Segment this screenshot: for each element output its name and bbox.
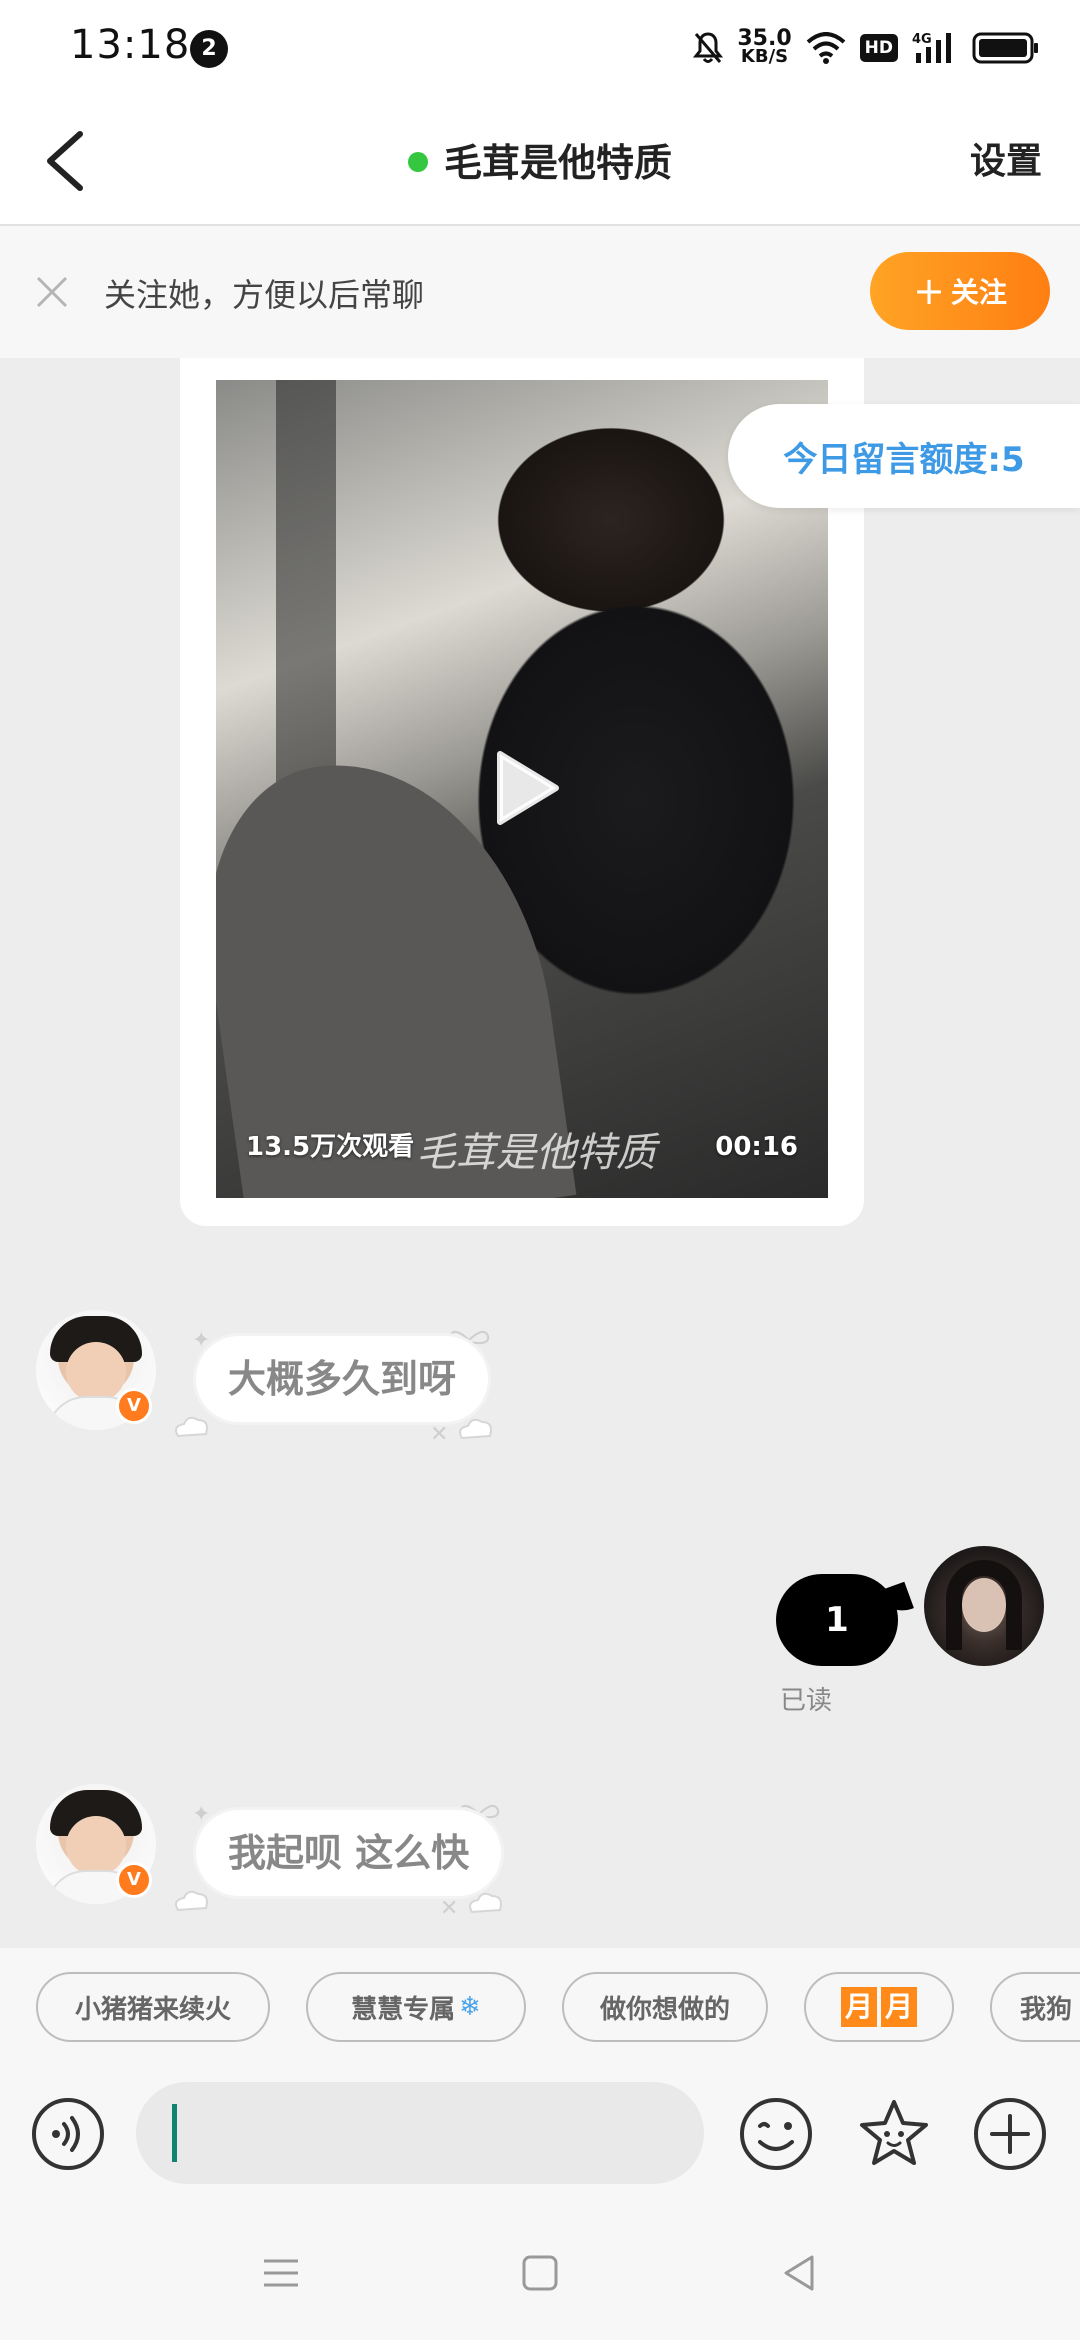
my-avatar[interactable]	[924, 1546, 1044, 1666]
snowflake-icon: ❄	[459, 1992, 481, 2022]
message-bubble-received[interactable]: 大概多久到呀	[196, 1336, 489, 1422]
follow-prompt-text: 关注她，方便以后常聊	[104, 276, 425, 314]
quick-reply-chip[interactable]: 小猪猪来续火	[36, 1972, 270, 2042]
battery-icon	[972, 32, 1038, 64]
follow-button[interactable]: + 关注	[870, 252, 1050, 330]
quick-reply-chip[interactable]: 月月	[804, 1972, 954, 2042]
follow-prompt-bar: 关注她，方便以后常聊 + 关注	[0, 226, 1080, 358]
svg-text:4G: 4G	[912, 32, 932, 47]
quick-reply-chip-label: 月	[841, 1987, 877, 2027]
sparkle-decoration: ✕	[440, 1896, 459, 1921]
nav-home-icon[interactable]	[515, 2248, 565, 2298]
close-icon[interactable]	[30, 270, 74, 314]
status-bar: 13:18 2 35.0 KB/S HD 4G	[0, 0, 1080, 96]
signal-icon: 4G	[912, 32, 951, 63]
quick-reply-chip[interactable]: 做你想做的	[562, 1972, 768, 2042]
status-icons: 35.0 KB/S HD 4G	[693, 24, 1040, 72]
cloud-decoration-icon	[175, 1890, 208, 1912]
hd-icon: HD	[859, 34, 898, 62]
quick-reply-chip[interactable]: 我狗	[990, 1972, 1080, 2042]
quick-reply-chip[interactable]: 慧慧专属 ❄	[306, 1972, 526, 2042]
sticker-star-icon[interactable]	[856, 2096, 932, 2172]
chat-header: 毛茸是他特质 设置	[0, 96, 1080, 226]
video-view-count: 13.5万次观看	[246, 1132, 415, 1162]
cloud-decoration-icon	[175, 1416, 208, 1438]
voice-icon[interactable]	[30, 2096, 106, 2172]
verified-badge: V	[116, 1862, 152, 1898]
verified-badge: V	[116, 1388, 152, 1424]
video-watermark: 毛茸是他特质	[416, 1130, 656, 1176]
follow-button-label: 关注	[950, 276, 1007, 309]
video-duration: 00:16	[715, 1132, 798, 1162]
quick-reply-chip-label: 月	[881, 1987, 917, 2027]
message-input[interactable]	[136, 2082, 704, 2184]
message-bubble-received[interactable]: 我起呗 这么快	[196, 1810, 502, 1896]
online-status-dot	[407, 151, 428, 172]
settings-button[interactable]: 设置	[970, 132, 1042, 184]
text-caret	[172, 2104, 177, 2162]
status-time: 13:18	[70, 22, 191, 68]
wifi-icon	[806, 32, 845, 64]
message-bubble-sent[interactable]: 1	[776, 1574, 898, 1666]
quick-reply-bar: 小猪猪来续火 慧慧专属 ❄ 做你想做的 月月 我狗	[0, 1948, 1080, 2064]
emoji-icon[interactable]	[738, 2096, 814, 2172]
system-nav-bar	[0, 2204, 1080, 2340]
plus-icon[interactable]	[972, 2096, 1048, 2172]
quick-reply-chip-label: 慧慧专属	[351, 1994, 456, 2025]
nav-back-icon[interactable]	[774, 2248, 824, 2298]
video-thumbnail[interactable]: 毛茸是他特质 13.5万次观看 00:16	[216, 380, 828, 1198]
cloud-decoration-icon	[459, 1418, 492, 1440]
net-speed: 35.0 KB/S	[737, 28, 791, 67]
mute-bell-icon	[693, 32, 724, 63]
cloud-decoration-icon	[469, 1892, 502, 1914]
input-bar	[0, 2064, 1080, 2204]
net-speed-unit: KB/S	[740, 46, 789, 67]
nav-menu-icon[interactable]	[256, 2248, 306, 2298]
daily-message-quota: 今日留言额度:5	[728, 404, 1080, 508]
plus-icon: +	[913, 269, 945, 313]
sparkle-decoration: ✕	[430, 1422, 449, 1447]
read-status: 已读	[780, 1686, 833, 1716]
notification-count-badge: 2	[190, 30, 228, 68]
chat-title: 毛茸是他特质	[0, 132, 1080, 187]
chat-title-text: 毛茸是他特质	[443, 141, 672, 185]
play-icon[interactable]	[492, 748, 562, 828]
